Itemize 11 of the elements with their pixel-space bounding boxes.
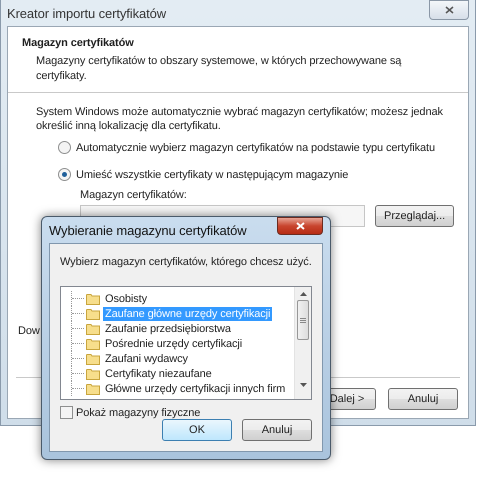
- field-label: Magazyn certyfikatów:: [80, 189, 187, 201]
- dialog-prompt: Wybierz magazyn certyfikatów, którego chcesz użyć.: [60, 256, 312, 268]
- partial-text: Dow: [18, 325, 40, 337]
- checkbox-label: Pokaż magazyny fizyczne: [76, 406, 200, 418]
- page-description: Magazyny certyfikatów to obszary systemowe, w których przechowywane są certyfikaty.: [35, 54, 402, 84]
- radio-label: Automatycznie wybierz magazyn certyfikatów na podstawie typu certyfikatu: [76, 142, 436, 154]
- page-heading: Magazyn certyfikatów: [22, 37, 135, 49]
- window-title: Kreator importu certyfikatów: [7, 6, 166, 20]
- dialog-title: Wybieranie magazynu certyfikatów: [49, 222, 247, 238]
- intro-text: System Windows może automatycznie wybrać magazyn certyfikatów; możesz jednak określić inną lokalizację dla certyfikatu.: [36, 105, 444, 133]
- radio-label: Umieść wszystkie certyfikaty w następującym magazynie: [76, 168, 348, 180]
